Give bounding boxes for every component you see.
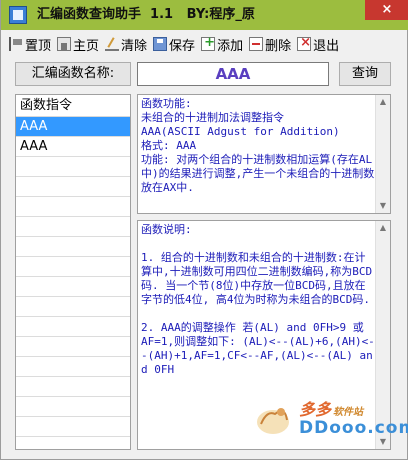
function-desc-text[interactable]: 函数说明: 1. 组合的十进制数和未组合的十进制数:在计算中,十进制数可用四位二… <box>141 223 375 377</box>
function-name-input[interactable]: AAA <box>137 62 329 86</box>
save-button[interactable]: 保存 <box>151 33 197 55</box>
scroll-up-arrow-icon[interactable]: ▲ <box>376 95 390 109</box>
list-empty-row <box>16 377 130 397</box>
function-list-header[interactable]: 函数指令 <box>16 95 130 117</box>
function-name-label: 汇编函数名称: <box>15 62 131 86</box>
save-button-label: 保存 <box>169 38 196 54</box>
save-icon <box>153 37 168 51</box>
scroll-up-arrow-icon[interactable]: ▲ <box>376 221 390 235</box>
delete-icon <box>249 37 264 51</box>
close-icon: × <box>381 2 393 17</box>
list-empty-row <box>16 257 130 277</box>
watermark-bottom: DDooo.com <box>299 418 408 438</box>
exit-button[interactable]: 退出 <box>295 33 341 55</box>
list-empty-row <box>16 317 130 337</box>
list-empty-row <box>16 417 130 437</box>
window-title: 汇编函数查询助手 1.1 BY:程序_原 <box>37 7 255 22</box>
main-window: 汇编函数查询助手 1.1 BY:程序_原 × 置顶 主页 清除 保存 添加 删除 <box>0 0 408 460</box>
list-empty-row <box>16 297 130 317</box>
exit-icon <box>297 35 312 51</box>
watermark-top: 多多 软件站 <box>299 396 363 420</box>
site-watermark: 多多 软件站 DDooo.com <box>251 390 408 446</box>
app-icon <box>9 6 27 24</box>
exit-button-label: 退出 <box>313 38 340 54</box>
delete-button-label: 删除 <box>265 38 292 54</box>
function-info-text[interactable]: 函数功能: 未组合的十进制加法调整指令 AAA(ASCII Adgust for… <box>141 97 375 195</box>
function-info-panel[interactable]: 函数功能: 未组合的十进制加法调整指令 AAA(ASCII Adgust for… <box>137 94 391 214</box>
list-empty-row <box>16 277 130 297</box>
toolbar: 置顶 主页 清除 保存 添加 删除 退出 <box>7 32 403 56</box>
delete-button[interactable]: 删除 <box>247 33 293 55</box>
clear-button-label: 清除 <box>121 38 148 54</box>
pin-button-label: 置顶 <box>25 38 52 54</box>
home-icon <box>57 37 72 51</box>
close-window-button[interactable]: × <box>365 0 408 20</box>
scroll-down-arrow-icon[interactable]: ▼ <box>376 199 390 213</box>
clear-icon <box>105 37 120 51</box>
list-empty-row <box>16 177 130 197</box>
function-list[interactable]: 函数指令 AAA AAA <box>15 94 131 450</box>
home-button-label: 主页 <box>73 38 100 54</box>
list-item[interactable]: AAA <box>16 117 130 137</box>
list-empty-row <box>16 337 130 357</box>
clear-button[interactable]: 清除 <box>103 33 149 55</box>
add-icon <box>201 35 216 51</box>
pin-button[interactable]: 置顶 <box>7 33 53 55</box>
list-empty-row <box>16 397 130 417</box>
watermark-top-text: 多多 <box>299 400 332 419</box>
list-empty-row <box>16 157 130 177</box>
add-button-label: 添加 <box>217 38 244 54</box>
list-item[interactable]: AAA <box>16 137 130 157</box>
list-empty-row <box>16 217 130 237</box>
watermark-top-small: 软件站 <box>333 407 364 418</box>
watermark-logo-icon <box>257 408 289 434</box>
pin-icon <box>9 37 23 51</box>
add-button[interactable]: 添加 <box>199 33 245 55</box>
query-button[interactable]: 查询 <box>339 62 391 86</box>
function-info-scrollbar[interactable]: ▲ ▼ <box>375 95 390 213</box>
home-button[interactable]: 主页 <box>55 33 101 55</box>
list-empty-row <box>16 357 130 377</box>
title-bar[interactable]: 汇编函数查询助手 1.1 BY:程序_原 × <box>1 0 408 30</box>
list-empty-row <box>16 237 130 257</box>
list-empty-row <box>16 197 130 217</box>
